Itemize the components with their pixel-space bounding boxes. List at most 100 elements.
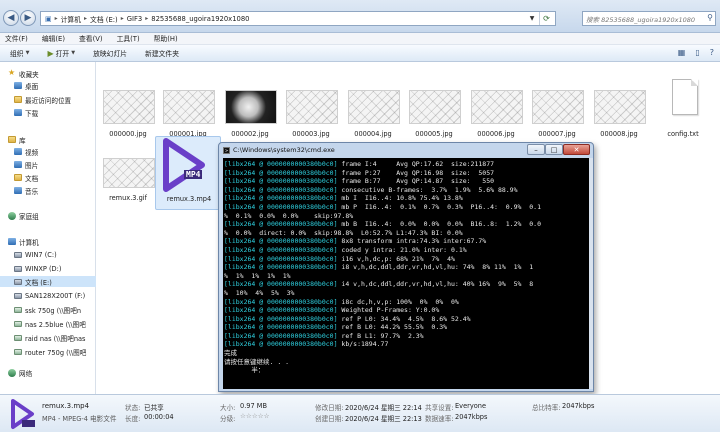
sidebar-label: 最近访问的位置 <box>25 96 72 105</box>
caret-down-icon: ▼ <box>25 50 30 56</box>
file-tile-000000[interactable]: 000000.jpg <box>95 72 161 146</box>
sidebar-net-drive-router[interactable]: router 750g (\\图吧 <box>14 346 110 357</box>
refresh-icon[interactable]: ⟳ <box>539 12 553 25</box>
file-tile-000006[interactable]: 000006.jpg <box>463 72 529 146</box>
console-line-prefix: [libx264 @ 0000000000380b0c0] <box>224 177 338 186</box>
view-options-icon[interactable]: ▦ <box>678 48 686 57</box>
detail-duration-value: 00:00:04 <box>144 413 174 421</box>
slideshow-button[interactable]: 放映幻灯片 <box>93 48 127 58</box>
breadcrumb-computer[interactable]: 计算机 <box>61 14 81 24</box>
rating-stars[interactable]: ☆☆☆☆☆ <box>240 412 270 420</box>
help-icon[interactable]: ? <box>710 48 714 57</box>
console-line-prefix: [libx264 @ 0000000000380b0c0] <box>224 263 338 272</box>
console-line-text: frame I:4 Avg QP:17.62 size:211877 <box>337 160 495 168</box>
console-line: % 0.0% direct: 0.0% skip:98.8% L0:52.7% … <box>224 229 589 238</box>
menu-tools[interactable]: 工具(T) <box>117 33 140 44</box>
breadcrumb-drive[interactable]: 文档 (E:) <box>90 14 118 24</box>
view-controls: ▦ ▯ ? <box>678 48 714 57</box>
image-thumbnail <box>348 90 400 124</box>
file-tile-000001[interactable]: 000001.jpg <box>155 72 221 146</box>
downloads-icon <box>14 109 22 116</box>
file-tile-mp4[interactable]: MP4 remux.3.mp4 <box>155 136 221 210</box>
new-folder-button[interactable]: 新建文件夹 <box>145 48 179 58</box>
sidebar-drive-f[interactable]: SAN128X200T (F:) <box>14 290 110 301</box>
sidebar-drive-c[interactable]: WIN7 (C:) <box>14 249 110 260</box>
sidebar-net-drive-ssk[interactable]: ssk 750g (\\图吧n <box>14 304 110 315</box>
file-tile-000004[interactable]: 000004.jpg <box>340 72 406 146</box>
mp4-badge: MP4 <box>184 170 203 179</box>
file-tile-gif[interactable]: remux.3.gif <box>95 136 161 210</box>
forward-button[interactable]: ▶ <box>20 10 36 26</box>
computer-icon: ▣ <box>45 14 52 23</box>
console-line: [libx264 @ 0000000000380b0c0] 8x8 transf… <box>224 237 589 246</box>
sidebar-libraries[interactable]: 库 <box>8 134 104 145</box>
search-input[interactable]: 搜索 82535688_ugoira1920x1080 ⚲ <box>582 11 716 26</box>
console-line-text: 半： <box>224 366 265 375</box>
open-button[interactable]: ▶ 打开 ▼ <box>47 48 75 59</box>
sidebar-label: 家庭组 <box>19 212 39 221</box>
sidebar-net-drive-nas[interactable]: nas 2.5blue (\\图吧 <box>14 318 110 329</box>
minimize-button[interactable]: – <box>527 144 545 155</box>
menu-bar: 文件(F) 编辑(E) 查看(V) 工具(T) 帮助(H) <box>0 33 720 45</box>
sidebar-homegroup[interactable]: 家庭组 <box>8 210 104 221</box>
detail-size-value: 0.97 MB <box>240 402 267 410</box>
address-dropdown-icon[interactable]: ▼ <box>527 12 537 25</box>
sidebar-computer[interactable]: 计算机 <box>8 236 104 247</box>
menu-view[interactable]: 查看(V) <box>79 33 103 44</box>
preview-pane-icon[interactable]: ▯ <box>695 48 699 57</box>
homegroup-icon <box>8 211 16 220</box>
close-button[interactable]: ✕ <box>563 144 590 155</box>
menu-edit[interactable]: 编辑(E) <box>42 33 65 44</box>
console-line: [libx264 @ 0000000000380b0c0] mb B I16..… <box>224 220 589 229</box>
organize-button[interactable]: 组织 ▼ <box>10 48 29 58</box>
cmd-window[interactable]: > C:\Windows\system32\cmd.exe – □ ✕ [lib… <box>218 142 594 392</box>
network-drive-icon <box>14 348 22 355</box>
file-name: config.txt <box>667 130 699 138</box>
text-file-icon <box>672 79 698 115</box>
console-line-prefix: [libx264 @ 0000000000380b0c0] <box>224 160 338 168</box>
sidebar-network[interactable]: 网络 <box>8 367 104 378</box>
file-name: 000008.jpg <box>600 130 638 138</box>
menu-file[interactable]: 文件(F) <box>5 33 28 44</box>
search-icon[interactable]: ⚲ <box>707 13 713 22</box>
breadcrumb-gif3[interactable]: GIF3 <box>127 15 143 23</box>
console-line-prefix: [libx264 @ 0000000000380b0c0] <box>224 245 338 254</box>
console-line-text: 8x8 transform intra:74.3% inter:67.7% <box>337 237 487 246</box>
file-tile-000007[interactable]: 000007.jpg <box>524 72 590 146</box>
sidebar-drive-d[interactable]: WINXP (D:) <box>14 263 110 274</box>
console-line: [libx264 @ 0000000000380b0c0] i16 v,h,dc… <box>224 255 589 264</box>
file-tile-config[interactable]: config.txt <box>650 72 716 146</box>
file-tile-000002[interactable]: 000002.jpg <box>217 72 283 146</box>
computer-icon <box>8 238 16 245</box>
file-tile-000003[interactable]: 000003.jpg <box>278 72 344 146</box>
image-thumbnail <box>103 90 155 124</box>
image-thumbnail <box>225 90 277 124</box>
sidebar-drive-e[interactable]: 文档 (E:) <box>0 276 96 287</box>
console-line-prefix: [libx264 @ 0000000000380b0c0] <box>224 194 338 203</box>
command-toolbar: 组织 ▼ ▶ 打开 ▼ 放映幻灯片 新建文件夹 ▦ ▯ ? <box>0 45 720 62</box>
console-line-text: 完成 <box>224 349 237 358</box>
forward-arrow-icon: ▶ <box>24 13 32 23</box>
maximize-button[interactable]: □ <box>545 144 563 155</box>
console-scrollbar[interactable] <box>589 158 593 389</box>
back-button[interactable]: ◀ <box>3 10 19 26</box>
sidebar-net-drive-raid[interactable]: raid nas (\\图吧nas <box>14 332 110 343</box>
sidebar-label: 图片 <box>25 161 39 170</box>
address-field[interactable]: ▣ ▸ 计算机 ▸ 文档 (E:) ▸ GIF3 ▸ 82535688_ugoi… <box>40 11 556 26</box>
new-folder-label: 新建文件夹 <box>145 50 180 58</box>
file-tile-000005[interactable]: 000005.jpg <box>401 72 467 146</box>
console-output[interactable]: [libx264 @ 0000000000380b0c0] frame I:4 … <box>223 158 589 389</box>
console-line: % 1% 1% 1% 1% <box>224 272 589 281</box>
console-line-text: % 1% 1% 1% 1% <box>224 271 291 280</box>
file-tile-000008[interactable]: 000008.jpg <box>586 72 652 146</box>
breadcrumb-current-folder[interactable]: 82535688_ugoira1920x1080 <box>151 15 249 23</box>
console-line: [libx264 @ 0000000000380b0c0] Weighted P… <box>224 306 589 315</box>
sidebar-favorites[interactable]: ★ 收藏夹 <box>8 68 104 79</box>
console-line: 半： <box>224 366 589 375</box>
menu-help[interactable]: 帮助(H) <box>154 33 178 44</box>
drive-icon <box>14 251 22 258</box>
crumb-separator: ▸ <box>84 15 88 22</box>
open-label: 打开 <box>55 50 70 58</box>
sidebar-label: 网络 <box>19 369 33 378</box>
console-line-prefix: [libx264 @ 0000000000380b0c0] <box>224 331 338 340</box>
